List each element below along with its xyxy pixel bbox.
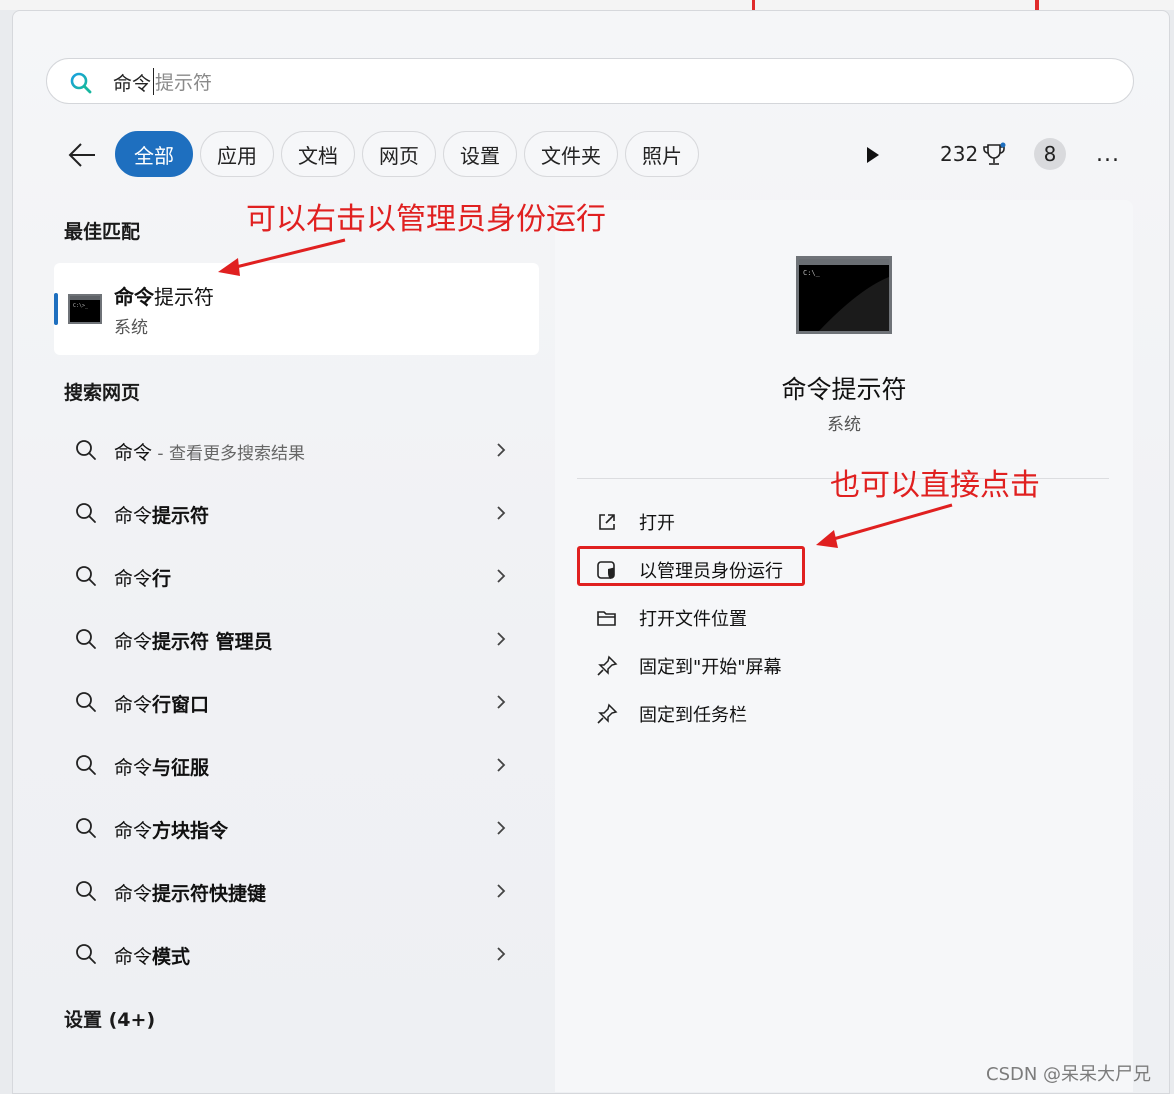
annotation-arrows [218,238,953,548]
watermark: CSDN @呆呆大尸兄 [986,1064,1152,1085]
